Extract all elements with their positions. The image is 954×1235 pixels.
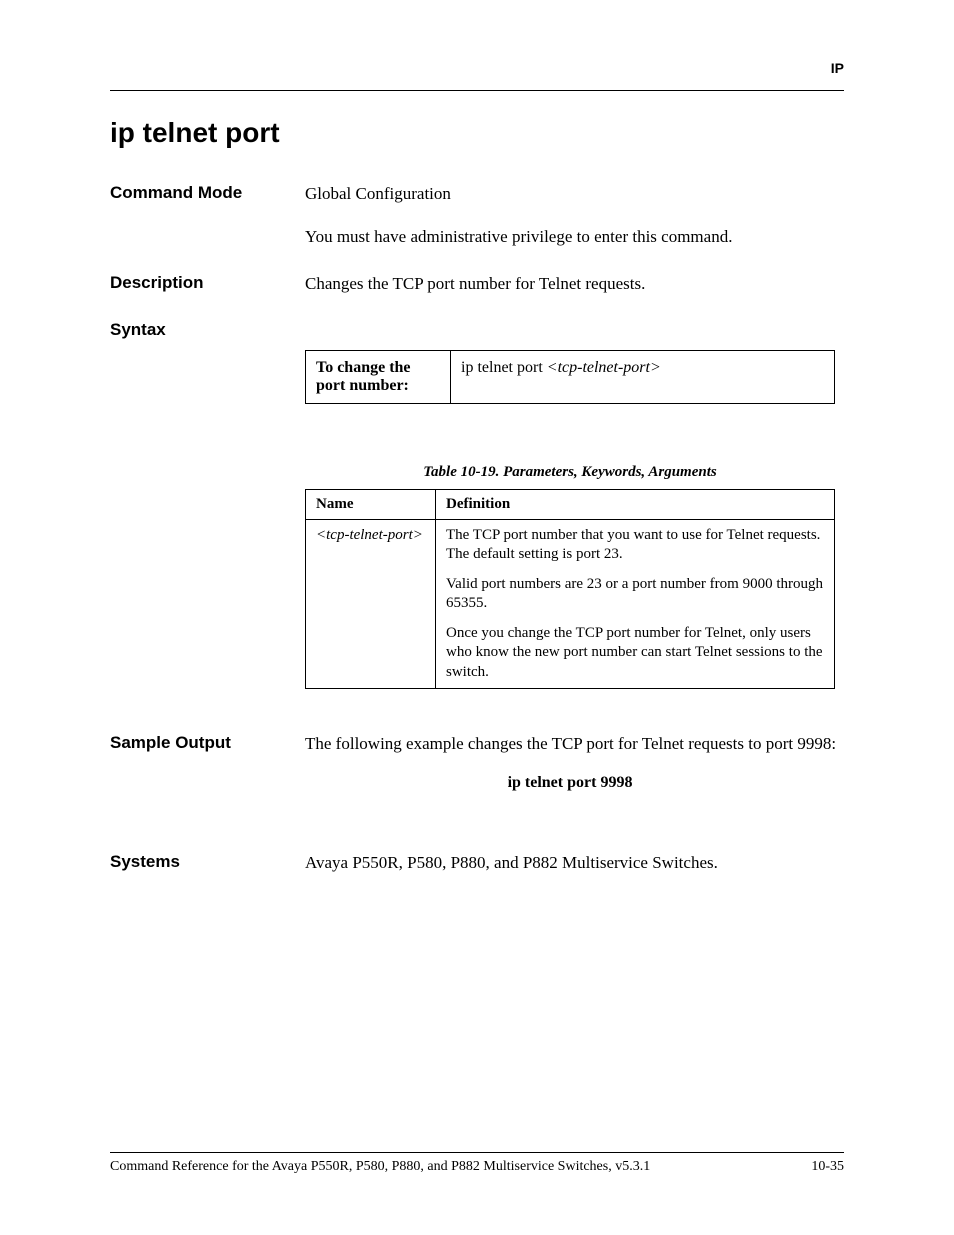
header-rule: [110, 90, 844, 91]
syntax-row-value: ip telnet port <tcp-telnet-port>: [451, 350, 835, 403]
param-def-2: Valid port numbers are 23 or a port numb…: [446, 575, 824, 614]
param-header-definition: Definition: [436, 489, 835, 519]
footer-row: Command Reference for the Avaya P550R, P…: [110, 1159, 844, 1175]
sample-command: ip telnet port 9998: [305, 774, 835, 792]
systems-label: Systems: [110, 852, 305, 875]
syntax-cmd-prefix: ip telnet port: [461, 359, 547, 376]
param-row: <tcp-telnet-port> The TCP port number th…: [306, 519, 835, 689]
command-mode-value: Global Configuration: [305, 183, 844, 206]
syntax-section: Syntax: [110, 320, 844, 340]
description-value: Changes the TCP port number for Telnet r…: [305, 273, 844, 296]
param-table-caption: Table 10-19. Parameters, Keywords, Argum…: [305, 464, 835, 481]
syntax-cmd-arg: <tcp-telnet-port>: [547, 359, 661, 376]
systems-body: Avaya P550R, P580, P880, and P882 Multis…: [305, 852, 844, 875]
command-mode-body: Global Configuration You must have admin…: [305, 183, 844, 249]
sample-output-label: Sample Output: [110, 733, 305, 756]
description-section: Description Changes the TCP port number …: [110, 273, 844, 296]
footer-rule: [110, 1152, 844, 1153]
document-page: IP ip telnet port Command Mode Global Co…: [0, 0, 954, 875]
header-section-label: IP: [110, 60, 844, 76]
systems-section: Systems Avaya P550R, P580, P880, and P88…: [110, 852, 844, 875]
param-def-1: The TCP port number that you want to use…: [446, 526, 824, 565]
command-mode-note: You must have administrative privilege t…: [305, 226, 844, 249]
syntax-row-label: To change the port number:: [306, 350, 451, 403]
sample-output-text: The following example changes the TCP po…: [305, 733, 844, 756]
param-table: Name Definition <tcp-telnet-port> The TC…: [305, 489, 835, 690]
syntax-label: Syntax: [110, 320, 305, 340]
footer-left: Command Reference for the Avaya P550R, P…: [110, 1159, 650, 1175]
command-title: ip telnet port: [110, 117, 844, 149]
syntax-table: To change the port number: ip telnet por…: [305, 350, 835, 404]
footer-right: 10-35: [811, 1159, 844, 1175]
systems-value: Avaya P550R, P580, P880, and P882 Multis…: [305, 852, 844, 875]
command-mode-label: Command Mode: [110, 183, 305, 249]
param-def-3: Once you change the TCP port number for …: [446, 624, 824, 683]
param-definition: The TCP port number that you want to use…: [436, 519, 835, 689]
param-header-name: Name: [306, 489, 436, 519]
description-label: Description: [110, 273, 305, 296]
page-footer: Command Reference for the Avaya P550R, P…: [110, 1152, 844, 1175]
syntax-row: To change the port number: ip telnet por…: [306, 350, 835, 403]
sample-output-body: The following example changes the TCP po…: [305, 733, 844, 756]
command-mode-section: Command Mode Global Configuration You mu…: [110, 183, 844, 249]
param-name: <tcp-telnet-port>: [306, 519, 436, 689]
description-body: Changes the TCP port number for Telnet r…: [305, 273, 844, 296]
param-table-header-row: Name Definition: [306, 489, 835, 519]
sample-output-section: Sample Output The following example chan…: [110, 733, 844, 756]
